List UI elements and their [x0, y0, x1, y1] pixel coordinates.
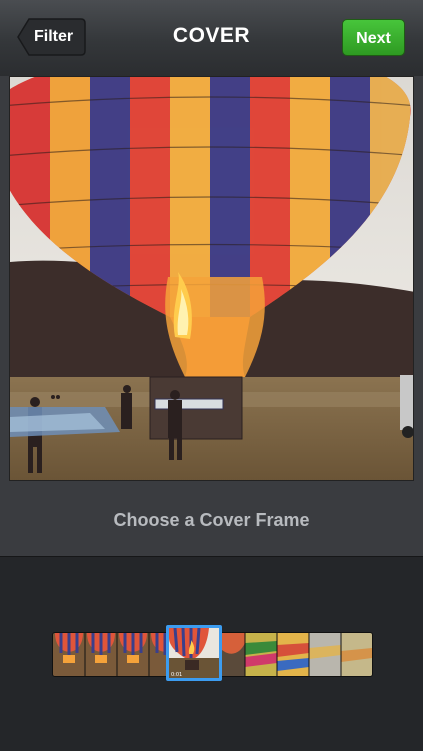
cover-preview-area: Choose a Cover Frame	[0, 76, 423, 556]
frame-3	[117, 633, 149, 676]
svg-text:0:01: 0:01	[171, 672, 182, 678]
frame-1	[53, 633, 85, 676]
selected-frame-thumb[interactable]: 0:01	[166, 625, 222, 681]
cover-frame-image[interactable]	[9, 76, 414, 481]
frame-2	[85, 633, 117, 676]
selected-frame-image: 0:01	[169, 628, 219, 678]
next-button[interactable]: Next	[342, 19, 405, 56]
frame-7	[277, 633, 309, 676]
frame-6	[245, 633, 277, 676]
top-bar: Filter COVER Next	[0, 0, 423, 77]
choose-cover-caption: Choose a Cover Frame	[113, 510, 310, 530]
frame-8	[309, 633, 341, 676]
balloon-scene	[10, 77, 413, 480]
frame-9	[341, 633, 372, 676]
